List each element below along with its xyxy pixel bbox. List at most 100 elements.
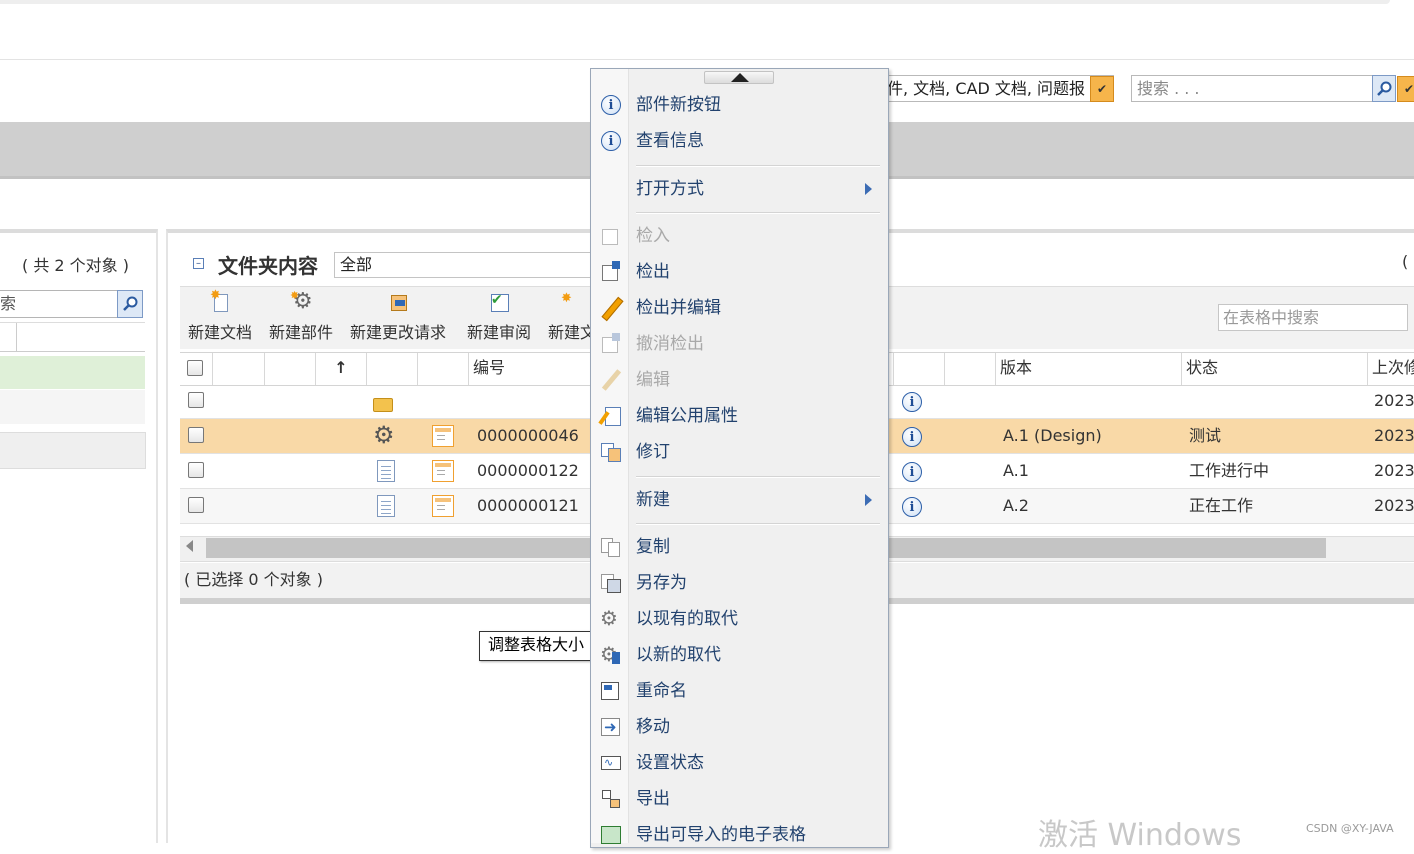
info-icon[interactable]: i — [902, 497, 922, 517]
menu-item-export-spreadsheet[interactable]: 导出可导入的电子表格 — [591, 818, 887, 852]
set-state-icon: ∿ — [600, 752, 622, 774]
menu-item-copy[interactable]: 复制 — [591, 530, 887, 564]
type-filter-dropdown-button[interactable]: ✔ — [1090, 76, 1114, 102]
menu-item-set-state[interactable]: ∿ 设置状态 — [591, 746, 887, 780]
submenu-arrow-icon — [865, 494, 872, 506]
info-icon[interactable]: i — [902, 427, 922, 447]
menu-item-open-with[interactable]: 打开方式 — [591, 172, 887, 206]
new-change-request-button[interactable]: 新建更改请求 — [350, 291, 446, 343]
column-header[interactable] — [213, 353, 265, 385]
menu-item-label: 复制 — [636, 537, 670, 557]
layout-form-icon[interactable] — [432, 495, 454, 517]
left-panel-footer — [0, 432, 146, 469]
left-panel-row-selected[interactable] — [0, 356, 145, 389]
menu-item-save-as[interactable]: 另存为 — [591, 566, 887, 600]
move-arrow-icon: ➜ — [600, 716, 622, 738]
menu-item-edit-common-attributes[interactable]: 编辑公用属性 — [591, 399, 887, 433]
part-gear-icon: ⚙ — [373, 421, 395, 449]
version-header-label: 版本 — [1000, 358, 1033, 377]
row-version: A.1 — [1003, 461, 1029, 480]
search-placeholder: 搜索 . . . — [1137, 79, 1200, 98]
row-checkbox[interactable] — [188, 462, 204, 478]
menu-item-view-info[interactable]: i 查看信息 — [591, 124, 887, 158]
global-search-input[interactable]: 搜索 . . . — [1131, 75, 1373, 102]
header-divider — [0, 59, 1414, 60]
table-search-input[interactable]: 在表格中搜索 — [1218, 304, 1408, 331]
select-all-checkbox[interactable] — [187, 360, 203, 376]
column-header[interactable] — [894, 353, 945, 385]
menu-item-label: 新建 — [636, 490, 670, 510]
menu-item-revise[interactable]: 修订 — [591, 435, 887, 469]
new-change-request-label: 新建更改请求 — [350, 323, 447, 342]
row-number[interactable]: 0000000121 — [477, 489, 579, 523]
search-icon — [123, 296, 138, 311]
menu-item-rename[interactable]: 重命名 — [591, 674, 887, 708]
layout-form-icon[interactable] — [432, 425, 454, 447]
menu-item-label: 检出并编辑 — [636, 298, 721, 318]
column-header-version[interactable]: 版本 — [996, 353, 1182, 385]
revise-icon — [600, 441, 622, 463]
menu-item-undo-check-out[interactable]: 撤消检出 — [591, 327, 887, 361]
menu-item-check-out[interactable]: 检出 — [591, 255, 887, 289]
menu-item-edit[interactable]: 编辑 — [591, 363, 887, 397]
object-type-filter[interactable]: 件, 文档, CAD 文档, 问题报 — [880, 75, 1114, 102]
global-search-button[interactable] — [1372, 75, 1396, 102]
view-select[interactable]: 全部 — [334, 252, 604, 278]
new-document-label: 新建文档 — [188, 323, 253, 342]
column-header-last-modified[interactable]: 上次修 — [1368, 353, 1414, 385]
menu-item-replace-new[interactable]: ⚙ 以新的取代 — [591, 638, 887, 672]
menu-item-label: 导出 — [636, 789, 670, 809]
chevron-down-icon: ✔ — [1403, 82, 1414, 96]
copy-icon — [600, 536, 622, 558]
menu-item-part-new-button[interactable]: i 部件新按钮 — [591, 88, 887, 122]
column-header[interactable] — [265, 353, 316, 385]
menu-item-check-out-edit[interactable]: 检出并编辑 — [591, 291, 887, 325]
new-part-button[interactable]: ⚙ ✸ 新建部件 — [269, 289, 333, 343]
row-checkbox[interactable] — [188, 392, 204, 408]
collapse-icon[interactable]: – — [193, 258, 204, 269]
menu-item-label: 设置状态 — [636, 753, 704, 773]
row-checkbox[interactable] — [188, 427, 204, 443]
last-modified-header-label: 上次修 — [1372, 358, 1414, 377]
column-header-state[interactable]: 状态 — [1182, 353, 1368, 385]
search-options-dropdown-button[interactable]: ✔ — [1397, 76, 1414, 102]
layout-form-icon[interactable] — [432, 460, 454, 482]
menu-item-new[interactable]: 新建 — [591, 483, 887, 517]
sort-column-header[interactable]: ↑ — [316, 353, 367, 385]
table-search-placeholder: 在表格中搜索 — [1223, 308, 1320, 327]
row-version: A.2 — [1003, 496, 1029, 515]
menu-scroll-up-button[interactable] — [704, 71, 774, 84]
row-number[interactable]: 0000000046 — [477, 419, 579, 453]
menu-item-replace-existing[interactable]: ⚙ 以现有的取代 — [591, 602, 887, 636]
column-header[interactable] — [367, 353, 418, 385]
new-document-button[interactable]: ✸ 新建文档 — [188, 289, 253, 343]
search-icon — [1377, 81, 1392, 96]
menu-item-label: 编辑 — [636, 370, 670, 390]
new-review-button[interactable]: ✔ 新建审阅 — [467, 291, 531, 343]
replace-new-gear-icon: ⚙ — [600, 643, 622, 666]
left-panel-row[interactable] — [0, 390, 145, 424]
left-panel-search-value: 索 — [0, 294, 17, 313]
info-icon[interactable]: i — [902, 392, 922, 412]
check-in-icon — [600, 225, 622, 247]
credit-watermark: CSDN @XY-JAVA — [1306, 822, 1394, 835]
row-checkbox[interactable] — [188, 497, 204, 513]
left-panel-search-input[interactable]: 索 — [0, 290, 118, 318]
menu-item-move[interactable]: ➜ 移动 — [591, 710, 887, 744]
left-panel-search-button[interactable] — [117, 290, 143, 318]
new-item-icon: ✸ — [561, 291, 572, 306]
scroll-left-arrow-icon[interactable] — [186, 540, 193, 552]
column-header[interactable] — [945, 353, 996, 385]
menu-separator — [636, 165, 880, 167]
new-review-icon: ✔ — [488, 291, 510, 313]
column-header[interactable] — [418, 353, 469, 385]
new-item-label: 新建文 — [548, 323, 597, 342]
menu-separator — [636, 476, 880, 478]
menu-item-check-in[interactable]: 检入 — [591, 219, 887, 253]
menu-item-export[interactable]: 导出 — [591, 782, 887, 816]
menu-item-label: 检出 — [636, 262, 670, 282]
row-number[interactable]: 0000000122 — [477, 454, 579, 488]
info-icon[interactable]: i — [902, 462, 922, 482]
new-item-button[interactable]: ✸ 新建文 — [548, 291, 596, 343]
menu-separator — [636, 523, 880, 525]
